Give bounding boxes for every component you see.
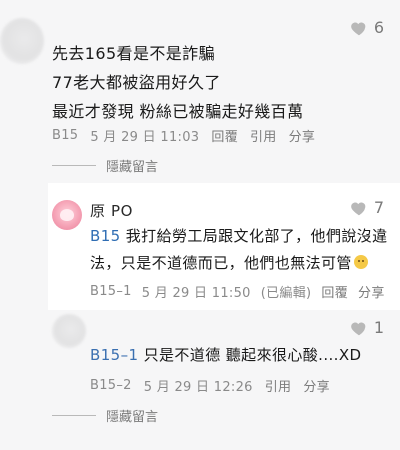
blurred-avatar xyxy=(0,18,44,64)
heart-icon[interactable] xyxy=(350,20,368,36)
quote-button[interactable]: 引用 xyxy=(250,126,277,145)
comment-floor-id: B15–1 xyxy=(90,284,132,299)
comment-floor-id: B15–2 xyxy=(90,378,132,393)
divider-line xyxy=(52,415,96,416)
heart-icon-svg xyxy=(351,322,366,335)
share-button[interactable]: 分享 xyxy=(289,126,316,145)
sweat-smile-emoji-icon xyxy=(353,255,368,269)
reply-button[interactable]: 回覆 xyxy=(211,126,238,145)
heart-icon-svg xyxy=(351,202,366,215)
op-reply-line-2: 法，只是不道德而已，他們也無法可管 xyxy=(90,252,368,273)
like-count: 1 xyxy=(373,318,384,337)
like-count-comment-1[interactable]: 6 xyxy=(350,18,384,37)
hide-comments-toggle-2[interactable]: 隱藏留言 xyxy=(52,406,158,425)
comment-datetime: 5 月 29 日 11:03 xyxy=(90,130,200,145)
op-avatar[interactable] xyxy=(52,200,82,230)
comment-1-line-2: 77老大都被盜用好久了 xyxy=(52,73,221,92)
mention-link[interactable]: B15–1 xyxy=(90,346,138,364)
share-button[interactable]: 分享 xyxy=(358,282,385,301)
mention-link[interactable]: B15 xyxy=(90,227,121,245)
share-button[interactable]: 分享 xyxy=(303,376,330,395)
reply-button[interactable]: 回覆 xyxy=(321,282,348,301)
heart-icon-svg xyxy=(351,22,366,35)
op-reply-text-2: 法，只是不道德而已，他們也無法可管 xyxy=(90,254,352,272)
heart-icon[interactable] xyxy=(350,320,368,336)
comment-floor-id: B15 xyxy=(52,128,79,143)
op-reply-meta: B15–1 5 月 29 日 11:50 (已編輯) 回覆 分享 xyxy=(90,282,385,301)
comment-1-line-1: 先去165看是不是詐騙 xyxy=(52,44,215,63)
op-reply-text-1: 我打給勞工局跟文化部了，他們說沒違 xyxy=(125,227,388,245)
comment-datetime: 5 月 29 日 11:50 xyxy=(141,286,251,301)
quote-button[interactable]: 引用 xyxy=(265,376,292,395)
hide-comments-label: 隱藏留言 xyxy=(106,410,159,425)
divider-line xyxy=(52,165,96,166)
like-count-reply-2[interactable]: 1 xyxy=(350,318,384,337)
avatar-face-icon xyxy=(60,209,74,221)
op-reply-line-1: B15 我打給勞工局跟文化部了，他們說沒違 xyxy=(90,225,388,246)
op-author-name[interactable]: 原 PO xyxy=(90,200,133,221)
heart-icon[interactable] xyxy=(350,200,368,216)
like-count: 7 xyxy=(373,198,384,217)
blurred-avatar xyxy=(52,314,86,348)
comment-1-meta: B15 5 月 29 日 11:03 回覆 引用 分享 xyxy=(52,126,315,145)
reply-2-meta: B15–2 5 月 29 日 12:26 引用 分享 xyxy=(90,376,330,395)
hide-comments-label: 隱藏留言 xyxy=(106,160,159,175)
comment-datetime: 5 月 29 日 12:26 xyxy=(143,380,253,395)
hide-comments-toggle-1[interactable]: 隱藏留言 xyxy=(52,156,158,175)
comment-1-line-3: 最近才發現 粉絲已被騙走好幾百萬 xyxy=(52,102,304,121)
like-count: 6 xyxy=(373,18,384,37)
like-count-reply-1[interactable]: 7 xyxy=(350,198,384,217)
edited-badge: (已編輯) xyxy=(260,286,312,301)
reply-2-text: 只是不道德 聽起來很心酸....XD xyxy=(143,346,362,364)
reply-2-line: B15–1 只是不道德 聽起來很心酸....XD xyxy=(90,344,361,365)
